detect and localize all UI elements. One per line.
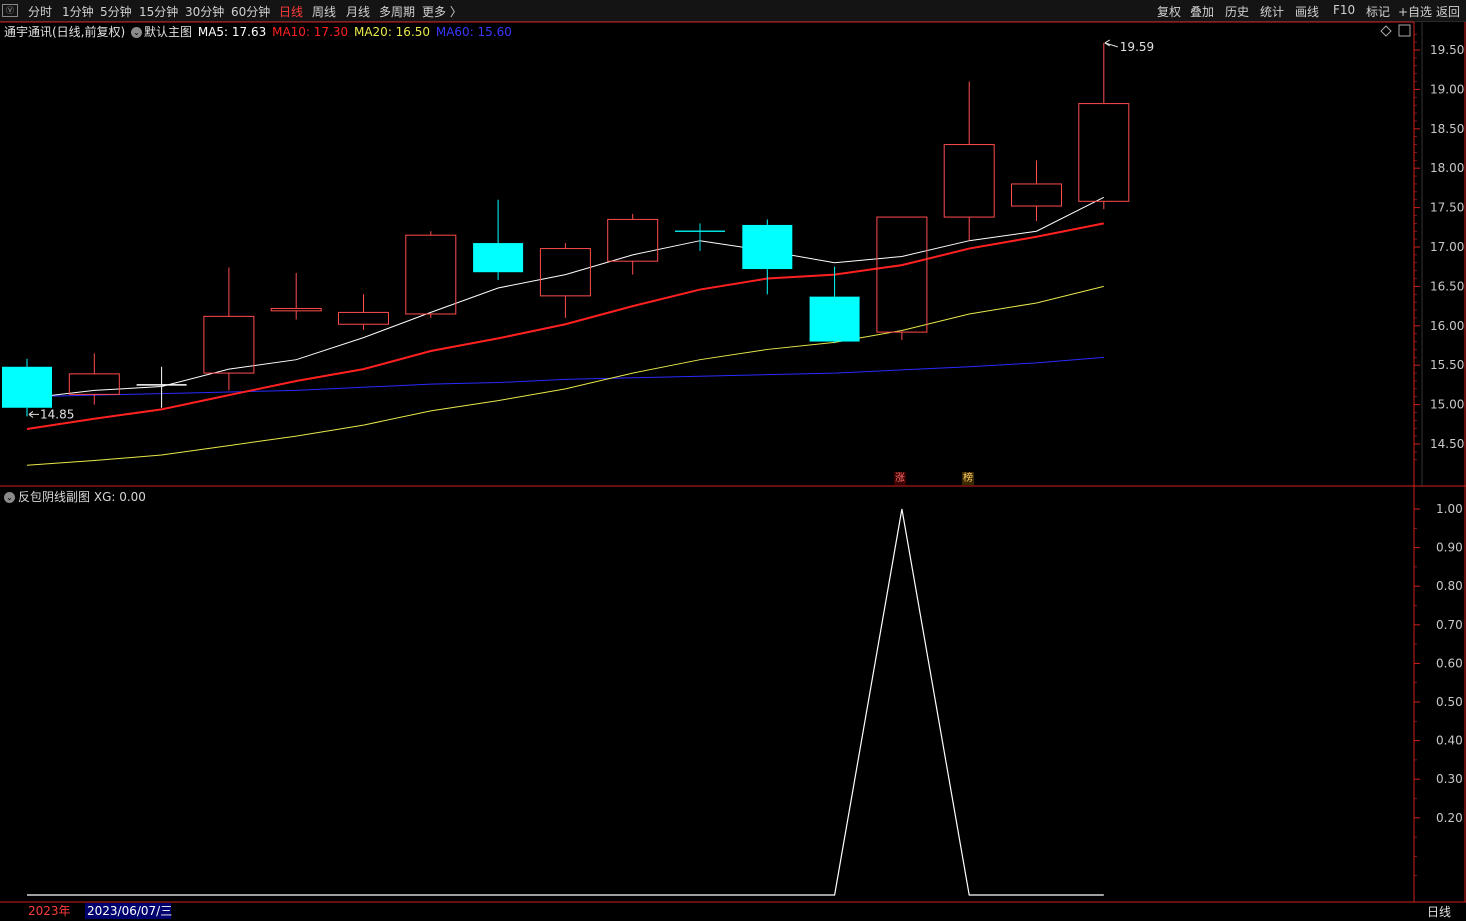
ma60-line [26,356,1104,398]
candle[interactable] [876,216,928,340]
candle-body [405,234,457,315]
candle-body [1078,103,1130,202]
candle-body [742,224,793,270]
chart-area[interactable]: 19.50 19.00 18.50 18.00 17.50 17.00 16.50 16.00… [0,0,1466,921]
candle[interactable] [742,219,793,295]
year-label: 2023年 [28,904,71,918]
sub-y-tick-label: 0.60 [1436,656,1463,670]
sub-y-tick-label: 0.40 [1436,734,1463,748]
y-tick-label: 15.50 [1430,358,1464,372]
candle-body [2,366,52,408]
candle-body [473,243,524,273]
limit-up-marker[interactable]: 涨 [894,472,906,485]
candle[interactable] [405,231,457,318]
candle[interactable] [943,81,995,241]
candle[interactable] [1078,42,1130,210]
xg-line [27,508,1104,896]
ranking-marker[interactable]: 榜 [962,472,974,485]
candle-body [68,373,120,395]
y-tick-label: 14.50 [1430,437,1464,451]
candle-body [203,315,255,374]
y-tick-label: 15.00 [1430,398,1464,412]
candle-body [539,248,591,297]
candle[interactable] [809,266,860,344]
period-label: 日线 [1427,905,1451,919]
y-tick-label: 16.50 [1430,279,1464,293]
y-tick-label: 18.50 [1430,122,1464,136]
cursor-date-label: 2023/06/07/三 [87,904,172,918]
high-price-label: 19.59 [1120,40,1154,54]
candle[interactable] [607,213,659,275]
candle-body [1011,183,1062,207]
candle[interactable] [203,267,255,391]
candle-body [943,144,995,218]
y-tick-label: 18.00 [1430,161,1464,175]
ma10-line [26,222,1104,431]
sub-y-tick-label: 0.90 [1436,541,1463,555]
candle[interactable] [270,273,322,320]
candle[interactable] [539,243,591,318]
candle[interactable] [68,353,120,405]
candle[interactable] [1011,160,1062,221]
high-arrow-icon [1104,39,1118,48]
candle-body [270,307,322,312]
sub-y-tick-label: 0.20 [1436,811,1463,825]
sub-y-tick-label: 0.30 [1436,772,1463,786]
sub-y-tick-label: 0.70 [1436,618,1463,632]
pane-toggle-icon [1398,24,1411,37]
low-arrow-icon [28,411,39,418]
y-tick-label: 19.50 [1430,43,1464,57]
y-tick-label: 16.00 [1430,319,1464,333]
low-price-label: 14.85 [40,407,74,421]
diamond-icon [1380,25,1392,37]
candle[interactable] [338,294,389,330]
candle-body [338,311,389,325]
sub-y-tick-label: 0.80 [1436,579,1463,593]
sub-y-tick-label: 1.00 [1436,502,1463,516]
sub-y-tick-label: 0.50 [1436,695,1463,709]
candle-body [809,296,860,342]
candle[interactable] [675,223,725,251]
y-tick-label: 17.00 [1430,240,1464,254]
candle-body [876,216,928,333]
candle[interactable] [473,199,524,281]
y-tick-label: 19.00 [1430,82,1464,96]
y-tick-label: 17.50 [1430,201,1464,215]
